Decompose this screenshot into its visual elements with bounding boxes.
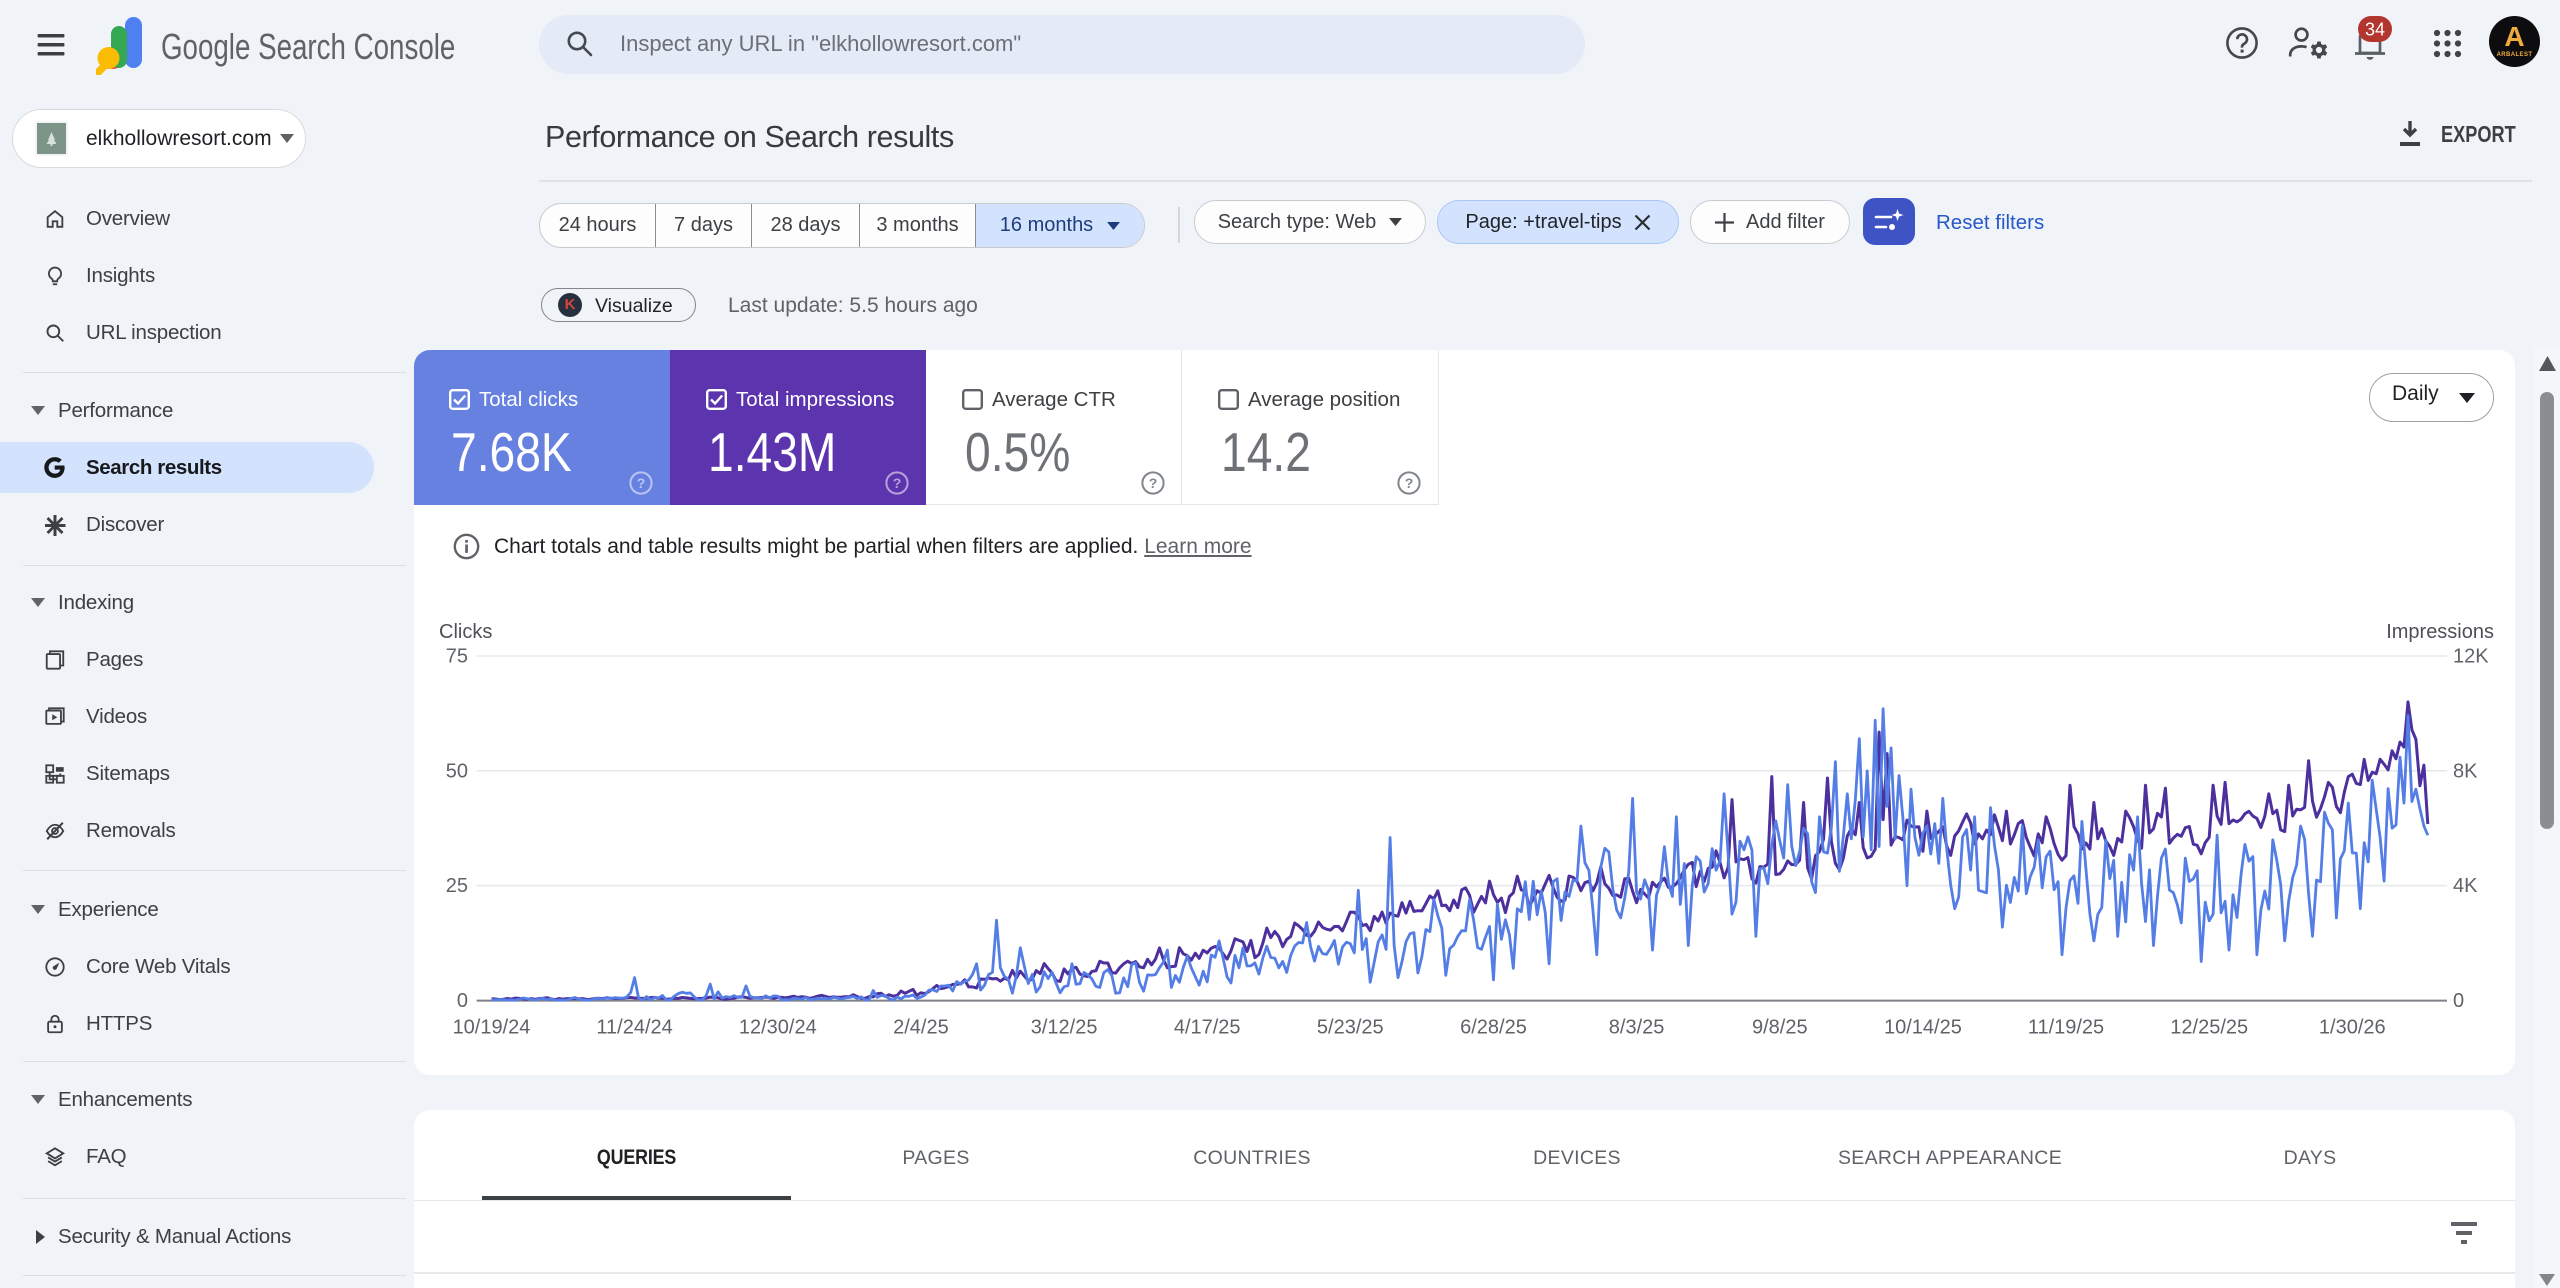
svg-text:11/24/24: 11/24/24 bbox=[596, 1017, 672, 1039]
svg-text:Clicks: Clicks bbox=[439, 621, 492, 643]
svg-text:25: 25 bbox=[446, 875, 468, 897]
svg-text:4K: 4K bbox=[2453, 875, 2478, 897]
svg-text:8/3/25: 8/3/25 bbox=[1609, 1017, 1665, 1039]
svg-text:3/12/25: 3/12/25 bbox=[1031, 1017, 1098, 1039]
svg-text:11/19/25: 11/19/25 bbox=[2028, 1017, 2104, 1039]
svg-text:75: 75 bbox=[446, 646, 468, 668]
svg-text:5/23/25: 5/23/25 bbox=[1317, 1017, 1384, 1039]
svg-text:?: ? bbox=[637, 475, 646, 491]
svg-text:4/17/25: 4/17/25 bbox=[1174, 1017, 1241, 1039]
svg-text:10/19/24: 10/19/24 bbox=[453, 1017, 531, 1039]
svg-text:2/4/25: 2/4/25 bbox=[893, 1017, 949, 1039]
svg-text:34: 34 bbox=[2365, 20, 2385, 40]
svg-text:0: 0 bbox=[2453, 990, 2464, 1012]
svg-text:?: ? bbox=[1149, 475, 1158, 491]
svg-text:12K: 12K bbox=[2453, 646, 2489, 668]
svg-text:50: 50 bbox=[446, 760, 468, 782]
svg-text:0: 0 bbox=[457, 990, 468, 1012]
svg-text:Impressions: Impressions bbox=[2386, 621, 2494, 643]
svg-text:?: ? bbox=[1405, 475, 1414, 491]
svg-text:?: ? bbox=[893, 475, 902, 491]
svg-text:12/25/25: 12/25/25 bbox=[2170, 1017, 2248, 1039]
svg-text:10/14/25: 10/14/25 bbox=[1884, 1017, 1962, 1039]
svg-text:6/28/25: 6/28/25 bbox=[1460, 1017, 1527, 1039]
svg-text:9/8/25: 9/8/25 bbox=[1752, 1017, 1808, 1039]
svg-text:8K: 8K bbox=[2453, 760, 2478, 782]
svg-text:1/30/26: 1/30/26 bbox=[2319, 1017, 2386, 1039]
svg-text:12/30/24: 12/30/24 bbox=[739, 1017, 817, 1039]
